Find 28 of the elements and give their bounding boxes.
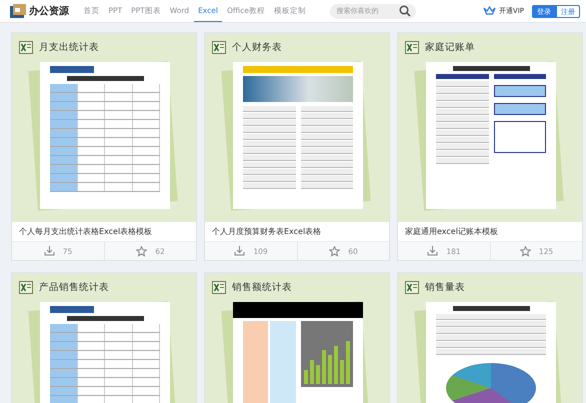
star-icon[interactable]: [520, 246, 531, 256]
template-card[interactable]: 销售额统计表: [204, 272, 390, 403]
template-card[interactable]: 产品销售统计表: [11, 272, 197, 403]
download-icon[interactable]: [234, 246, 246, 256]
template-card[interactable]: 销售量表: [397, 272, 583, 403]
card-title: 家庭记账单: [425, 41, 475, 54]
card-title: 销售量表: [425, 281, 465, 294]
spreadsheet-icon: [212, 41, 226, 54]
card-caption[interactable]: 个人每月支出统计表格Excel表格模板: [12, 222, 196, 241]
card-title: 月支出统计表: [39, 41, 99, 54]
download-icon[interactable]: [427, 246, 438, 256]
spreadsheet-icon: [405, 41, 419, 54]
search-icon[interactable]: [399, 5, 412, 17]
brand-name[interactable]: 办公资源: [29, 4, 69, 18]
spreadsheet-icon: [212, 281, 226, 294]
star-icon[interactable]: [329, 246, 340, 256]
download-icon[interactable]: [44, 246, 55, 256]
logo-icon: [9, 3, 27, 19]
star-icon[interactable]: [136, 246, 148, 256]
card-title: 销售额统计表: [232, 281, 292, 294]
card-title: 产品销售统计表: [39, 281, 109, 294]
spreadsheet-icon: [405, 281, 419, 294]
spreadsheet-icon: [19, 41, 33, 54]
crown-icon[interactable]: [482, 6, 496, 16]
spreadsheet-icon: [19, 281, 33, 294]
card-caption[interactable]: 家庭通用excel记账本模板: [398, 222, 582, 241]
card-caption[interactable]: 个人月度预算财务表Excel表格: [205, 222, 389, 241]
card-title: 个人财务表: [232, 41, 282, 54]
